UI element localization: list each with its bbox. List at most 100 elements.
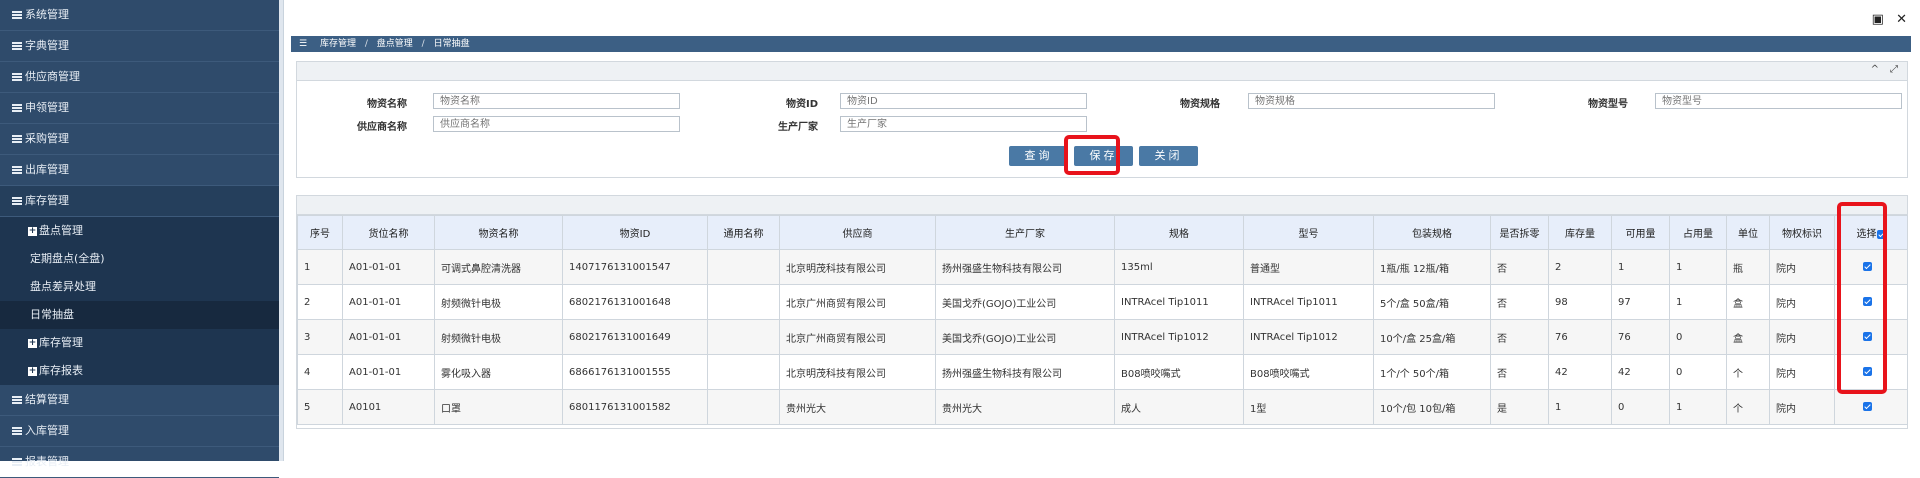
sidebar-item-supplier[interactable]: 供应商管理 [0, 62, 279, 93]
table-row[interactable]: 4 A01-01-01 雾化吸入器 6866176131001555 北京明茂科技有限公… [297, 354, 1908, 390]
breadcrumb: ☰ 库存管理 / 盘点管理 / 日常抽盘 [291, 36, 1911, 52]
table-cell: INTRAcel Tip1012 [1114, 319, 1244, 355]
breadcrumb-item[interactable]: 库存管理 [320, 39, 356, 49]
table-row[interactable]: 2 A01-01-01 射频微针电极 6802176131001648 北京广州商贸有限… [297, 284, 1908, 320]
expand-icon[interactable]: ⤢ [1887, 64, 1901, 75]
column-header[interactable]: 库存量 [1548, 215, 1612, 250]
sidebar-item-inventory[interactable]: 库存管理 [0, 186, 279, 217]
table-cell: 成人 [1114, 389, 1244, 425]
list-icon [12, 396, 22, 404]
sidebar-item-label: 报表管理 [25, 455, 69, 468]
sidebar-item-dict[interactable]: 字典管理 [0, 31, 279, 62]
plus-icon: + [28, 225, 37, 236]
column-header[interactable]: 货位名称 [342, 215, 435, 250]
table-cell: 北京广州商贸有限公司 [779, 284, 936, 320]
sidebar-item-label: 出库管理 [25, 163, 69, 176]
breadcrumb-separator: / [421, 39, 425, 49]
sidebar-item-label: 供应商管理 [25, 70, 80, 83]
table-cell: 98 [1548, 284, 1612, 320]
submenu-item-pandian[interactable]: + 盘点管理 [0, 217, 279, 245]
submenu-label: 库存管理 [39, 336, 83, 349]
table-cell: 否 [1490, 284, 1549, 320]
column-header[interactable]: 物权标识 [1769, 215, 1835, 250]
sidebar-item-reports[interactable]: 报表管理 [0, 447, 279, 478]
submenu-item-stock[interactable]: + 库存管理 [0, 329, 279, 357]
column-header[interactable]: 物资名称 [434, 215, 563, 250]
sidebar-item-outbound[interactable]: 出库管理 [0, 155, 279, 186]
spec-input[interactable] [1248, 93, 1495, 109]
list-icon [12, 135, 22, 143]
table-cell: 6801176131001582 [562, 389, 708, 425]
sidebar-item-requisition[interactable]: 申领管理 [0, 93, 279, 124]
column-header[interactable]: 是否拆零 [1490, 215, 1549, 250]
table-cell: 6866176131001555 [562, 354, 708, 390]
submenu-item-periodic[interactable]: 定期盘点(全盘) [0, 245, 279, 273]
table-row[interactable]: 3 A01-01-01 射频微针电极 6802176131001649 北京广州商贸有限… [297, 319, 1908, 355]
column-header[interactable]: 生产厂家 [935, 215, 1115, 250]
column-header[interactable]: 型号 [1243, 215, 1374, 250]
table-cell: 1 [1669, 389, 1727, 425]
column-header[interactable]: 物资ID [562, 215, 708, 250]
submenu-label: 盘点管理 [39, 224, 83, 237]
sidebar-item-label: 结算管理 [25, 393, 69, 406]
table-cell: 2 [1548, 249, 1612, 285]
row-checkbox[interactable] [1863, 402, 1872, 411]
sidebar: 系统管理 字典管理 供应商管理 申领管理 采购管理 出库管理 库存管理 + 盘点管… [0, 0, 279, 478]
window-controls: ▣ ✕ [1864, 12, 1907, 27]
table-cell: 1瓶/瓶 12瓶/箱 [1373, 249, 1491, 285]
list-icon [12, 197, 22, 205]
table-cell: 可调式鼻腔清洗器 [434, 249, 563, 285]
sidebar-item-label: 入库管理 [25, 424, 69, 437]
table-cell: 5 [297, 389, 343, 425]
model-input[interactable] [1655, 93, 1902, 109]
plus-icon: + [28, 337, 37, 348]
column-header[interactable]: 占用量 [1669, 215, 1727, 250]
breadcrumb-item-current: 日常抽盘 [433, 39, 470, 49]
list-icon [12, 458, 22, 466]
table-cell: 0 [1611, 389, 1670, 425]
query-button[interactable]: 查询 [1009, 146, 1068, 166]
table-cell: 135ml [1114, 249, 1244, 285]
table-cell: A01-01-01 [342, 284, 435, 320]
table-cell: B08喷咬嘴式 [1243, 354, 1374, 390]
submenu-item-diff[interactable]: 盘点差异处理 [0, 273, 279, 301]
table-row[interactable]: 5 A0101 口罩 6801176131001582 贵州光大 贵州光大 成人 1型 10个/… [297, 389, 1908, 425]
sidebar-item-purchase[interactable]: 采购管理 [0, 124, 279, 155]
supplier-input[interactable] [433, 116, 680, 132]
table-cell: 6802176131001648 [562, 284, 708, 320]
column-header[interactable]: 供应商 [779, 215, 936, 250]
column-header[interactable]: 单位 [1726, 215, 1770, 250]
plus-icon: + [28, 365, 37, 376]
collapse-icon[interactable]: ^ [1868, 64, 1882, 75]
list-icon [12, 166, 22, 174]
column-header[interactable]: 包装规格 [1373, 215, 1491, 250]
menu-icon[interactable]: ☰ [299, 39, 307, 49]
column-header[interactable]: 序号 [297, 215, 343, 250]
table-cell: 个 [1726, 389, 1770, 425]
submenu-item-daily-spot[interactable]: 日常抽盘 [0, 301, 279, 329]
table-cell: 10个/盒 25盒/箱 [1373, 319, 1491, 355]
column-header[interactable]: 可用量 [1611, 215, 1670, 250]
table-cell: 院内 [1769, 389, 1835, 425]
restore-icon[interactable]: ▣ [1872, 12, 1884, 27]
material-name-input[interactable] [433, 93, 680, 109]
table-header-row: 序号 货位名称 物资名称 物资ID 通用名称 供应商 生产厂家 规格 型号 包装… [297, 215, 1908, 250]
model-label: 物资型号 [1588, 99, 1628, 110]
breadcrumb-item[interactable]: 盘点管理 [377, 39, 413, 49]
table-cell: 盒 [1726, 319, 1770, 355]
table-cell: 97 [1611, 284, 1670, 320]
panel-tools: ^ ⤢ [1866, 64, 1901, 75]
sidebar-item-system[interactable]: 系统管理 [0, 0, 279, 31]
table-row[interactable]: 1 A01-01-01 可调式鼻腔清洗器 1407176131001547 北京明茂科技… [297, 249, 1908, 285]
column-header[interactable]: 规格 [1114, 215, 1244, 250]
sidebar-item-inbound[interactable]: 入库管理 [0, 416, 279, 447]
save-highlight-box [1064, 135, 1120, 175]
manufacturer-input[interactable] [840, 116, 1087, 132]
column-header[interactable]: 通用名称 [707, 215, 780, 250]
close-icon[interactable]: ✕ [1896, 12, 1907, 27]
close-button[interactable]: 关闭 [1139, 146, 1198, 166]
table-cell: 0 [1669, 319, 1727, 355]
material-id-input[interactable] [840, 93, 1087, 109]
submenu-item-report[interactable]: + 库存报表 [0, 357, 279, 385]
sidebar-item-settlement[interactable]: 结算管理 [0, 385, 279, 416]
